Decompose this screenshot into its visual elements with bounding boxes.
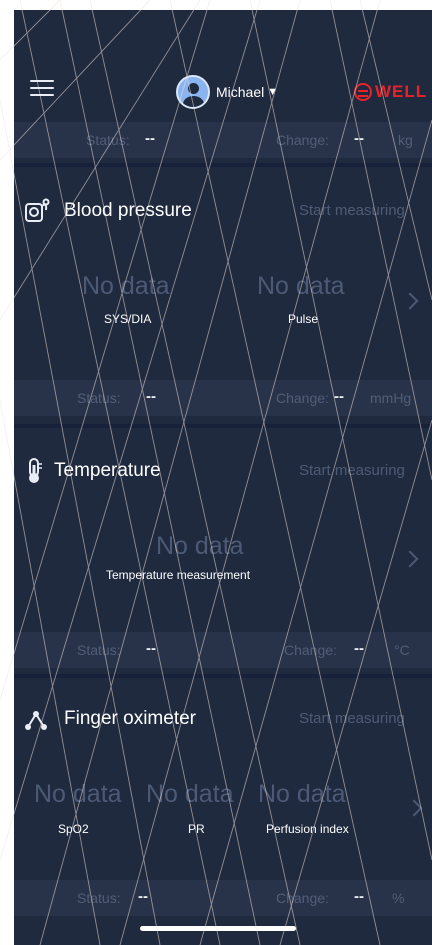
divider bbox=[14, 674, 432, 678]
menu-icon[interactable] bbox=[30, 80, 54, 102]
status-label: Status: bbox=[86, 132, 130, 148]
blood-pressure-header: Blood pressure Start measuring bbox=[14, 188, 432, 236]
perfusion-label: Perfusion index bbox=[266, 822, 349, 836]
pr-label: PR bbox=[188, 822, 205, 836]
change-unit: mmHg bbox=[370, 390, 412, 406]
change-unit: % bbox=[392, 890, 405, 906]
divider bbox=[14, 163, 432, 167]
change-label: Change: bbox=[276, 132, 329, 148]
perfusion-value: No data bbox=[258, 780, 346, 808]
change-label: Change: bbox=[284, 642, 337, 658]
temperature-status-row: Status: -- Change: -- °C bbox=[14, 632, 432, 668]
brand-logo: WELL bbox=[354, 82, 427, 102]
oximeter-header: Finger oximeter Start measuring bbox=[14, 696, 432, 744]
temperature-value: No data bbox=[156, 532, 244, 560]
temperature-start-button[interactable]: Start measuring bbox=[299, 462, 405, 479]
oximeter-title: Finger oximeter bbox=[64, 708, 196, 729]
status-label: Status: bbox=[77, 390, 121, 406]
change-value: -- bbox=[354, 888, 364, 905]
user-name: Michael bbox=[216, 84, 265, 100]
spo2-label: SpO2 bbox=[58, 822, 89, 836]
brand-logo-icon bbox=[354, 83, 372, 101]
spo2-value: No data bbox=[34, 780, 122, 808]
status-value: -- bbox=[138, 888, 148, 905]
chevron-down-icon: ▼ bbox=[267, 86, 279, 98]
brand-name: WELL bbox=[375, 82, 428, 101]
avatar bbox=[176, 75, 210, 109]
status-label: Status: bbox=[77, 890, 121, 906]
change-value: -- bbox=[354, 130, 364, 147]
pulse-label: Pulse bbox=[288, 312, 319, 326]
blood-pressure-status-row: Status: -- Change: -- mmHg bbox=[14, 380, 432, 416]
top-bar: Michael ▼ WELL bbox=[14, 60, 432, 124]
status-label: Status: bbox=[77, 642, 121, 658]
home-indicator bbox=[140, 926, 296, 931]
blood-pressure-title: Blood pressure bbox=[64, 200, 192, 221]
change-label: Change: bbox=[276, 890, 329, 906]
sys-dia-label: SYS/DIA bbox=[104, 312, 152, 326]
chevron-right-icon bbox=[401, 550, 419, 568]
change-label: Change: bbox=[276, 390, 329, 406]
pulse-value: No data bbox=[257, 272, 345, 300]
temperature-header: Temperature Start measuring bbox=[14, 448, 432, 496]
change-unit: kg bbox=[398, 132, 413, 148]
blood-pressure-start-button[interactable]: Start measuring bbox=[299, 202, 405, 219]
status-value: -- bbox=[146, 388, 156, 405]
status-value: -- bbox=[145, 130, 155, 147]
status-value: -- bbox=[146, 640, 156, 657]
chevron-right-icon bbox=[401, 292, 419, 310]
temperature-title: Temperature bbox=[54, 460, 161, 481]
user-switcher[interactable]: Michael ▼ bbox=[176, 74, 278, 110]
blood-pressure-icon bbox=[25, 198, 50, 222]
pr-value: No data bbox=[146, 780, 234, 808]
change-value: -- bbox=[354, 640, 364, 657]
thermometer-icon bbox=[29, 458, 42, 483]
app-screen: Michael ▼ WELL Status: -- Change: -- kg … bbox=[14, 10, 432, 945]
oximeter-start-button[interactable]: Start measuring bbox=[299, 710, 405, 727]
change-value: -- bbox=[334, 388, 344, 405]
sys-dia-value: No data bbox=[82, 272, 170, 300]
change-unit: °C bbox=[394, 642, 410, 658]
temperature-label: Temperature measurement bbox=[106, 568, 251, 582]
divider bbox=[14, 424, 432, 428]
oximeter-icon bbox=[25, 711, 47, 730]
oximeter-status-row: Status: -- Change: -- % bbox=[14, 880, 432, 916]
weight-status-row: Status: -- Change: -- kg bbox=[14, 122, 432, 158]
chevron-right-icon bbox=[405, 799, 423, 817]
